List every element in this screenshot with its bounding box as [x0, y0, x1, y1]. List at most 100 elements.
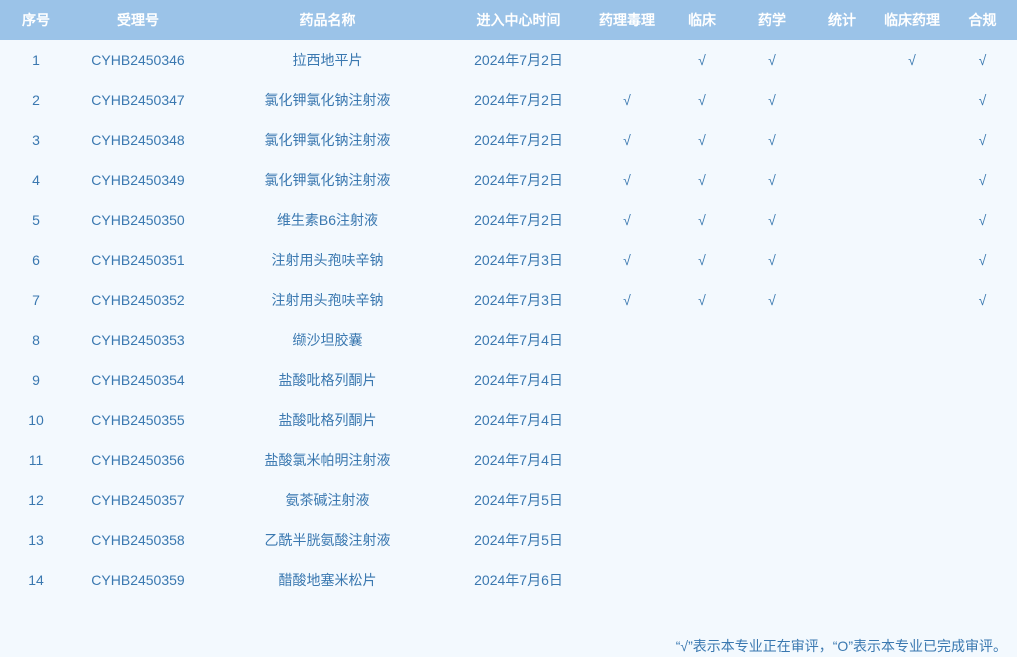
- header-statistics: 统计: [828, 12, 856, 28]
- cell-statistics: [808, 200, 876, 240]
- cell-pharm-tox: √: [623, 132, 631, 148]
- cell-clinical: √: [698, 172, 706, 188]
- cell-pharm-tox: [586, 560, 668, 600]
- cell-pharmacy: [736, 520, 808, 560]
- cell-entry-time: 2024年7月2日: [474, 132, 563, 148]
- cell-acceptance-no: CYHB2450353: [91, 332, 185, 348]
- cell-clinical: √: [698, 52, 706, 68]
- cell-index: 5: [32, 212, 40, 228]
- cell-acceptance-no: CYHB2450357: [91, 492, 185, 508]
- cell-compliance: √: [978, 292, 987, 308]
- cell-clinical: √: [698, 252, 706, 268]
- table-row: 2 CYHB2450347 氯化钾氯化钠注射液 2024年7月2日 √ √ √ √: [0, 80, 1017, 120]
- cell-acceptance-no: CYHB2450358: [91, 532, 185, 548]
- table-header-row: 序号 受理号 药品名称 进入中心时间 药理毒理 临床 药学 统计 临床药理 合规: [0, 0, 1017, 40]
- cell-index: 9: [32, 372, 40, 388]
- cell-entry-time: 2024年7月2日: [474, 52, 563, 68]
- cell-acceptance-no: CYHB2450356: [91, 452, 185, 468]
- cell-drug-name: 维生素B6注射液: [276, 212, 379, 228]
- cell-clinical: √: [698, 132, 706, 148]
- table-row: 3 CYHB2450348 氯化钾氯化钠注射液 2024年7月2日 √ √ √ √: [0, 120, 1017, 160]
- cell-acceptance-no: CYHB2450346: [91, 52, 185, 68]
- cell-statistics: [808, 80, 876, 120]
- cell-index: 13: [28, 532, 44, 548]
- header-entry-time: 进入中心时间: [476, 12, 561, 28]
- cell-pharmacy: [736, 360, 808, 400]
- cell-pharm-tox: [586, 480, 668, 520]
- header-index: 序号: [22, 12, 50, 28]
- cell-clinical: [668, 320, 736, 360]
- cell-drug-name: 氯化钾氯化钠注射液: [264, 132, 391, 148]
- cell-entry-time: 2024年7月4日: [474, 412, 563, 428]
- cell-pharm-tox: [586, 320, 668, 360]
- cell-statistics: [808, 520, 876, 560]
- cell-clin-pharm: [876, 440, 948, 480]
- cell-pharm-tox: [586, 360, 668, 400]
- cell-drug-name: 氨茶碱注射液: [285, 492, 370, 508]
- cell-compliance: [948, 480, 1017, 520]
- cell-clinical: [668, 440, 736, 480]
- cell-index: 8: [32, 332, 40, 348]
- cell-clin-pharm: [876, 80, 948, 120]
- cell-drug-name: 氯化钾氯化钠注射液: [264, 92, 391, 108]
- cell-acceptance-no: CYHB2450354: [91, 372, 185, 388]
- cell-clin-pharm: [876, 200, 948, 240]
- cell-pharmacy: √: [768, 52, 776, 68]
- cell-clin-pharm: [876, 320, 948, 360]
- cell-index: 3: [32, 132, 40, 148]
- table-row: 10 CYHB2450355 盐酸吡格列酮片 2024年7月4日: [0, 400, 1017, 440]
- cell-drug-name: 缬沙坦胶囊: [292, 332, 363, 348]
- header-clinical: 临床: [688, 12, 716, 28]
- cell-statistics: [808, 440, 876, 480]
- cell-pharm-tox: [586, 40, 668, 80]
- table-row: 6 CYHB2450351 注射用头孢呋辛钠 2024年7月3日 √ √ √ √: [0, 240, 1017, 280]
- cell-entry-time: 2024年7月4日: [474, 372, 563, 388]
- header-drug-name: 药品名称: [299, 12, 356, 28]
- cell-compliance: [948, 360, 1017, 400]
- legend-note: “√”表示本专业正在审评，“O”表示本专业已完成审评。: [675, 638, 1007, 654]
- cell-pharmacy: [736, 320, 808, 360]
- cell-compliance: [948, 520, 1017, 560]
- cell-clin-pharm: √: [908, 52, 916, 68]
- table-row: 1 CYHB2450346 拉西地平片 2024年7月2日 √ √ √ √: [0, 40, 1017, 80]
- table-row: 7 CYHB2450352 注射用头孢呋辛钠 2024年7月3日 √ √ √ √: [0, 280, 1017, 320]
- cell-index: 11: [28, 452, 44, 468]
- header-compliance: 合规: [968, 12, 997, 28]
- cell-compliance: √: [978, 52, 987, 68]
- cell-acceptance-no: CYHB2450348: [91, 132, 185, 148]
- cell-statistics: [808, 240, 876, 280]
- cell-compliance: √: [978, 92, 987, 108]
- table-row: 4 CYHB2450349 氯化钾氯化钠注射液 2024年7月2日 √ √ √ √: [0, 160, 1017, 200]
- cell-statistics: [808, 400, 876, 440]
- cell-clinical: [668, 400, 736, 440]
- cell-pharm-tox: √: [623, 212, 631, 228]
- cell-pharm-tox: √: [623, 252, 631, 268]
- cell-drug-name: 氯化钾氯化钠注射液: [264, 172, 391, 188]
- table-row: 8 CYHB2450353 缬沙坦胶囊 2024年7月4日: [0, 320, 1017, 360]
- cell-compliance: √: [978, 132, 987, 148]
- cell-pharmacy: √: [768, 172, 776, 188]
- cell-drug-name: 盐酸氯米帕明注射液: [264, 452, 391, 468]
- cell-compliance: [948, 400, 1017, 440]
- cell-drug-name: 注射用头孢呋辛钠: [271, 252, 384, 268]
- cell-statistics: [808, 560, 876, 600]
- cell-clinical: [668, 520, 736, 560]
- cell-acceptance-no: CYHB2450347: [91, 92, 185, 108]
- cell-statistics: [808, 280, 876, 320]
- cell-clinical: √: [698, 92, 706, 108]
- cell-clinical: √: [698, 212, 706, 228]
- cell-entry-time: 2024年7月6日: [474, 572, 563, 588]
- cell-pharmacy: [736, 560, 808, 600]
- cell-index: 4: [32, 172, 40, 188]
- cell-pharmacy: √: [768, 92, 776, 108]
- cell-pharmacy: √: [768, 292, 776, 308]
- cell-pharmacy: √: [768, 132, 776, 148]
- cell-statistics: [808, 120, 876, 160]
- cell-entry-time: 2024年7月5日: [474, 492, 563, 508]
- cell-index: 7: [32, 292, 40, 308]
- table-body: 1 CYHB2450346 拉西地平片 2024年7月2日 √ √ √ √ 2 CYHB24503…: [0, 40, 1017, 600]
- cell-pharmacy: [736, 440, 808, 480]
- cell-clin-pharm: [876, 560, 948, 600]
- cell-acceptance-no: CYHB2450352: [91, 292, 185, 308]
- cell-statistics: [808, 320, 876, 360]
